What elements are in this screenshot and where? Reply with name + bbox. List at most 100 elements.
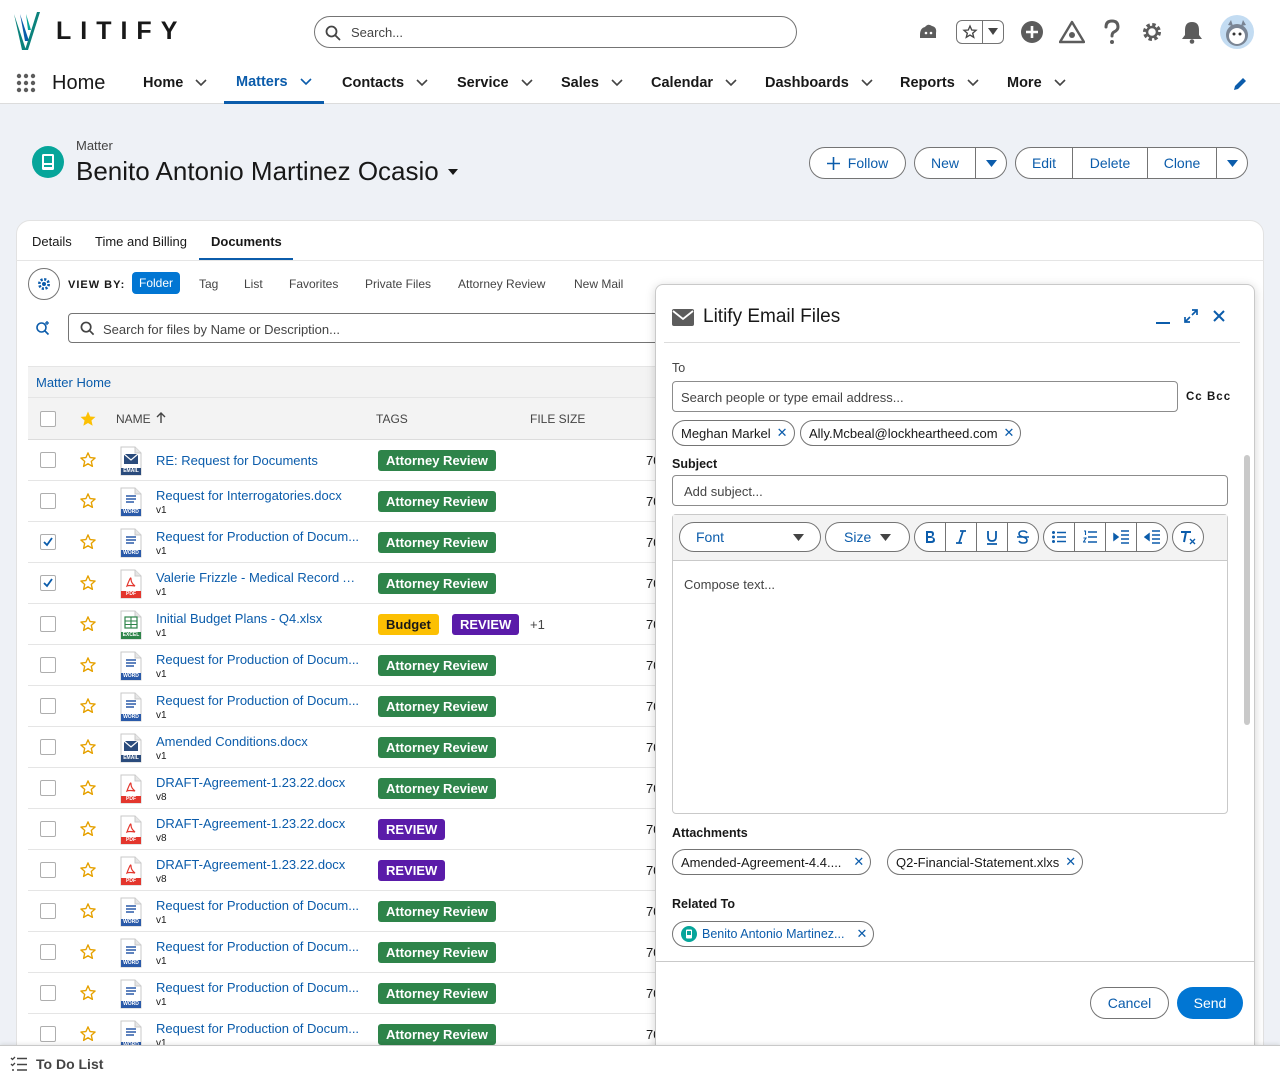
file-name-link[interactable]: DRAFT-Agreement-1.23.22.docx [156, 775, 345, 790]
table-row[interactable]: WORD Request for Production of Docum... v1… [28, 973, 668, 1014]
file-name-link[interactable]: Request for Interrogatories.docx [156, 488, 342, 503]
favorite-star-icon[interactable] [79, 902, 97, 920]
favorite-star-icon[interactable] [79, 615, 97, 633]
table-row[interactable]: EMAIL Amended Conditions.docx v1 Attorney R… [28, 727, 668, 768]
subject-field[interactable] [672, 475, 1228, 506]
row-checkbox[interactable] [40, 1026, 56, 1042]
bcc-link[interactable]: Bcc [1207, 391, 1231, 403]
row-checkbox[interactable] [40, 575, 56, 591]
view-list[interactable]: List [244, 277, 263, 291]
table-row[interactable]: WORD Request for Production of Docum... v1… [28, 932, 668, 973]
table-row[interactable]: PDF DRAFT-Agreement-1.23.22.docx v8 REVIEW 7… [28, 850, 668, 891]
edit-nav-pencil-icon[interactable] [1232, 76, 1248, 92]
tag-badge[interactable]: Attorney Review [378, 532, 496, 553]
tag-badge[interactable]: Attorney Review [378, 491, 496, 512]
favorite-star-icon[interactable] [79, 697, 97, 715]
file-name-link[interactable]: Request for Production of Docum... [156, 652, 359, 667]
row-checkbox[interactable] [40, 534, 56, 550]
file-name-link[interactable]: Amended Conditions.docx [156, 734, 308, 749]
table-row[interactable]: WORD Request for Production of Docum... v1… [28, 522, 668, 563]
table-row[interactable]: WORD Request for Production of Docum... v1… [28, 891, 668, 932]
row-checkbox[interactable] [40, 698, 56, 714]
more-tags-count[interactable]: +1 [530, 617, 545, 632]
file-name-link[interactable]: Request for Production of Docum... [156, 980, 359, 995]
table-row[interactable]: WORD Request for Production of Docum... v1… [28, 686, 668, 727]
to-field[interactable] [672, 381, 1178, 412]
row-checkbox[interactable] [40, 452, 56, 468]
nav-tab-calendar[interactable]: Calendar [651, 62, 737, 104]
tag-badge[interactable]: Attorney Review [378, 696, 496, 717]
row-checkbox[interactable] [40, 944, 56, 960]
row-checkbox[interactable] [40, 739, 56, 755]
table-row[interactable]: PDF Valerie Frizzle - Medical Record A...… [28, 563, 668, 604]
tag-badge[interactable]: Attorney Review [378, 983, 496, 1004]
row-checkbox[interactable] [40, 862, 56, 878]
breadcrumb-matter-home[interactable]: Matter Home [36, 375, 111, 390]
table-row[interactable]: PDF DRAFT-Agreement-1.23.22.docx v8 Attorne… [28, 768, 668, 809]
select-all-checkbox[interactable] [40, 411, 56, 427]
advanced-search-icon[interactable] [35, 320, 51, 336]
tag-badge[interactable]: Attorney Review [378, 655, 496, 676]
view-favorites[interactable]: Favorites [289, 277, 338, 291]
row-checkbox[interactable] [40, 903, 56, 919]
send-button[interactable]: Send [1177, 987, 1243, 1019]
expand-icon[interactable] [1184, 309, 1198, 323]
nav-tab-sales[interactable]: Sales [561, 62, 623, 104]
file-search-input[interactable] [103, 319, 643, 339]
help-icon[interactable] [1098, 18, 1126, 46]
file-name-link[interactable]: Request for Production of Docum... [156, 1021, 359, 1036]
add-icon[interactable] [1018, 18, 1046, 46]
tag-badge[interactable]: Attorney Review [378, 901, 496, 922]
file-name-link[interactable]: Request for Production of Docum... [156, 693, 359, 708]
arrow-up-icon[interactable] [156, 412, 166, 424]
nav-tab-contacts[interactable]: Contacts [342, 62, 428, 104]
file-name-link[interactable]: RE: Request for Documents [156, 453, 318, 468]
remove-icon[interactable]: ✕ [856, 926, 867, 942]
row-checkbox[interactable] [40, 616, 56, 632]
remove-icon[interactable]: ✕ [1004, 425, 1015, 441]
clone-button[interactable]: Clone [1147, 147, 1217, 179]
app-launcher-icon[interactable] [16, 73, 36, 93]
panel-scrollbar[interactable] [1244, 455, 1250, 725]
tab-documents[interactable]: Documents [211, 234, 282, 249]
to-input[interactable] [681, 388, 1169, 406]
indent-button[interactable] [1105, 522, 1137, 552]
favorite-star-icon[interactable] [79, 779, 97, 797]
remove-icon[interactable]: ✕ [853, 854, 864, 870]
view-tag[interactable]: Tag [199, 277, 218, 291]
file-name-link[interactable]: Initial Budget Plans - Q4.xlsx [156, 611, 322, 626]
remove-icon[interactable]: ✕ [1065, 854, 1076, 870]
subject-input[interactable] [684, 482, 1222, 500]
favorite-star-icon[interactable] [79, 984, 97, 1002]
tag-badge[interactable]: REVIEW [378, 860, 446, 881]
record-title[interactable]: Benito Antonio Martinez Ocasio [76, 156, 459, 187]
file-name-link[interactable]: Request for Production of Docum... [156, 898, 359, 913]
file-name-link[interactable]: Request for Production of Docum... [156, 529, 359, 544]
table-row[interactable]: PDF DRAFT-Agreement-1.23.22.docx v8 REVIEW 7… [28, 809, 668, 850]
global-search[interactable] [314, 16, 797, 48]
gear-icon[interactable] [1138, 18, 1166, 46]
size-select[interactable]: Size [825, 522, 910, 552]
favorite-star-icon[interactable] [79, 820, 97, 838]
tab-time-and-billing[interactable]: Time and Billing [95, 234, 187, 249]
favorite-star-icon[interactable] [79, 574, 97, 592]
favorite-star-icon[interactable] [79, 861, 97, 879]
table-row[interactable]: EMAIL RE: Request for Documents Attorney R… [28, 440, 668, 481]
documents-settings-button[interactable] [28, 268, 60, 300]
tag-badge[interactable]: Attorney Review [378, 450, 496, 471]
litify-logo[interactable]: LITIFY [12, 10, 186, 52]
tag-badge[interactable]: Attorney Review [378, 942, 496, 963]
view-folder[interactable]: Folder [132, 272, 181, 294]
file-name-link[interactable]: Valerie Frizzle - Medical Record A... [156, 570, 361, 585]
view-attorney-review[interactable]: Attorney Review [458, 277, 545, 291]
font-select[interactable]: Font [679, 522, 821, 552]
column-header-file-size[interactable]: FILE SIZE [530, 412, 585, 426]
cancel-button[interactable]: Cancel [1090, 987, 1169, 1019]
tag-badge[interactable]: Attorney Review [378, 778, 496, 799]
tab-details[interactable]: Details [32, 234, 72, 249]
favorite-star-icon[interactable] [79, 533, 97, 551]
row-checkbox[interactable] [40, 493, 56, 509]
favorite-star-icon[interactable] [79, 943, 97, 961]
view-private-files[interactable]: Private Files [365, 277, 431, 291]
compose-text-area[interactable]: Compose text... [684, 577, 775, 592]
